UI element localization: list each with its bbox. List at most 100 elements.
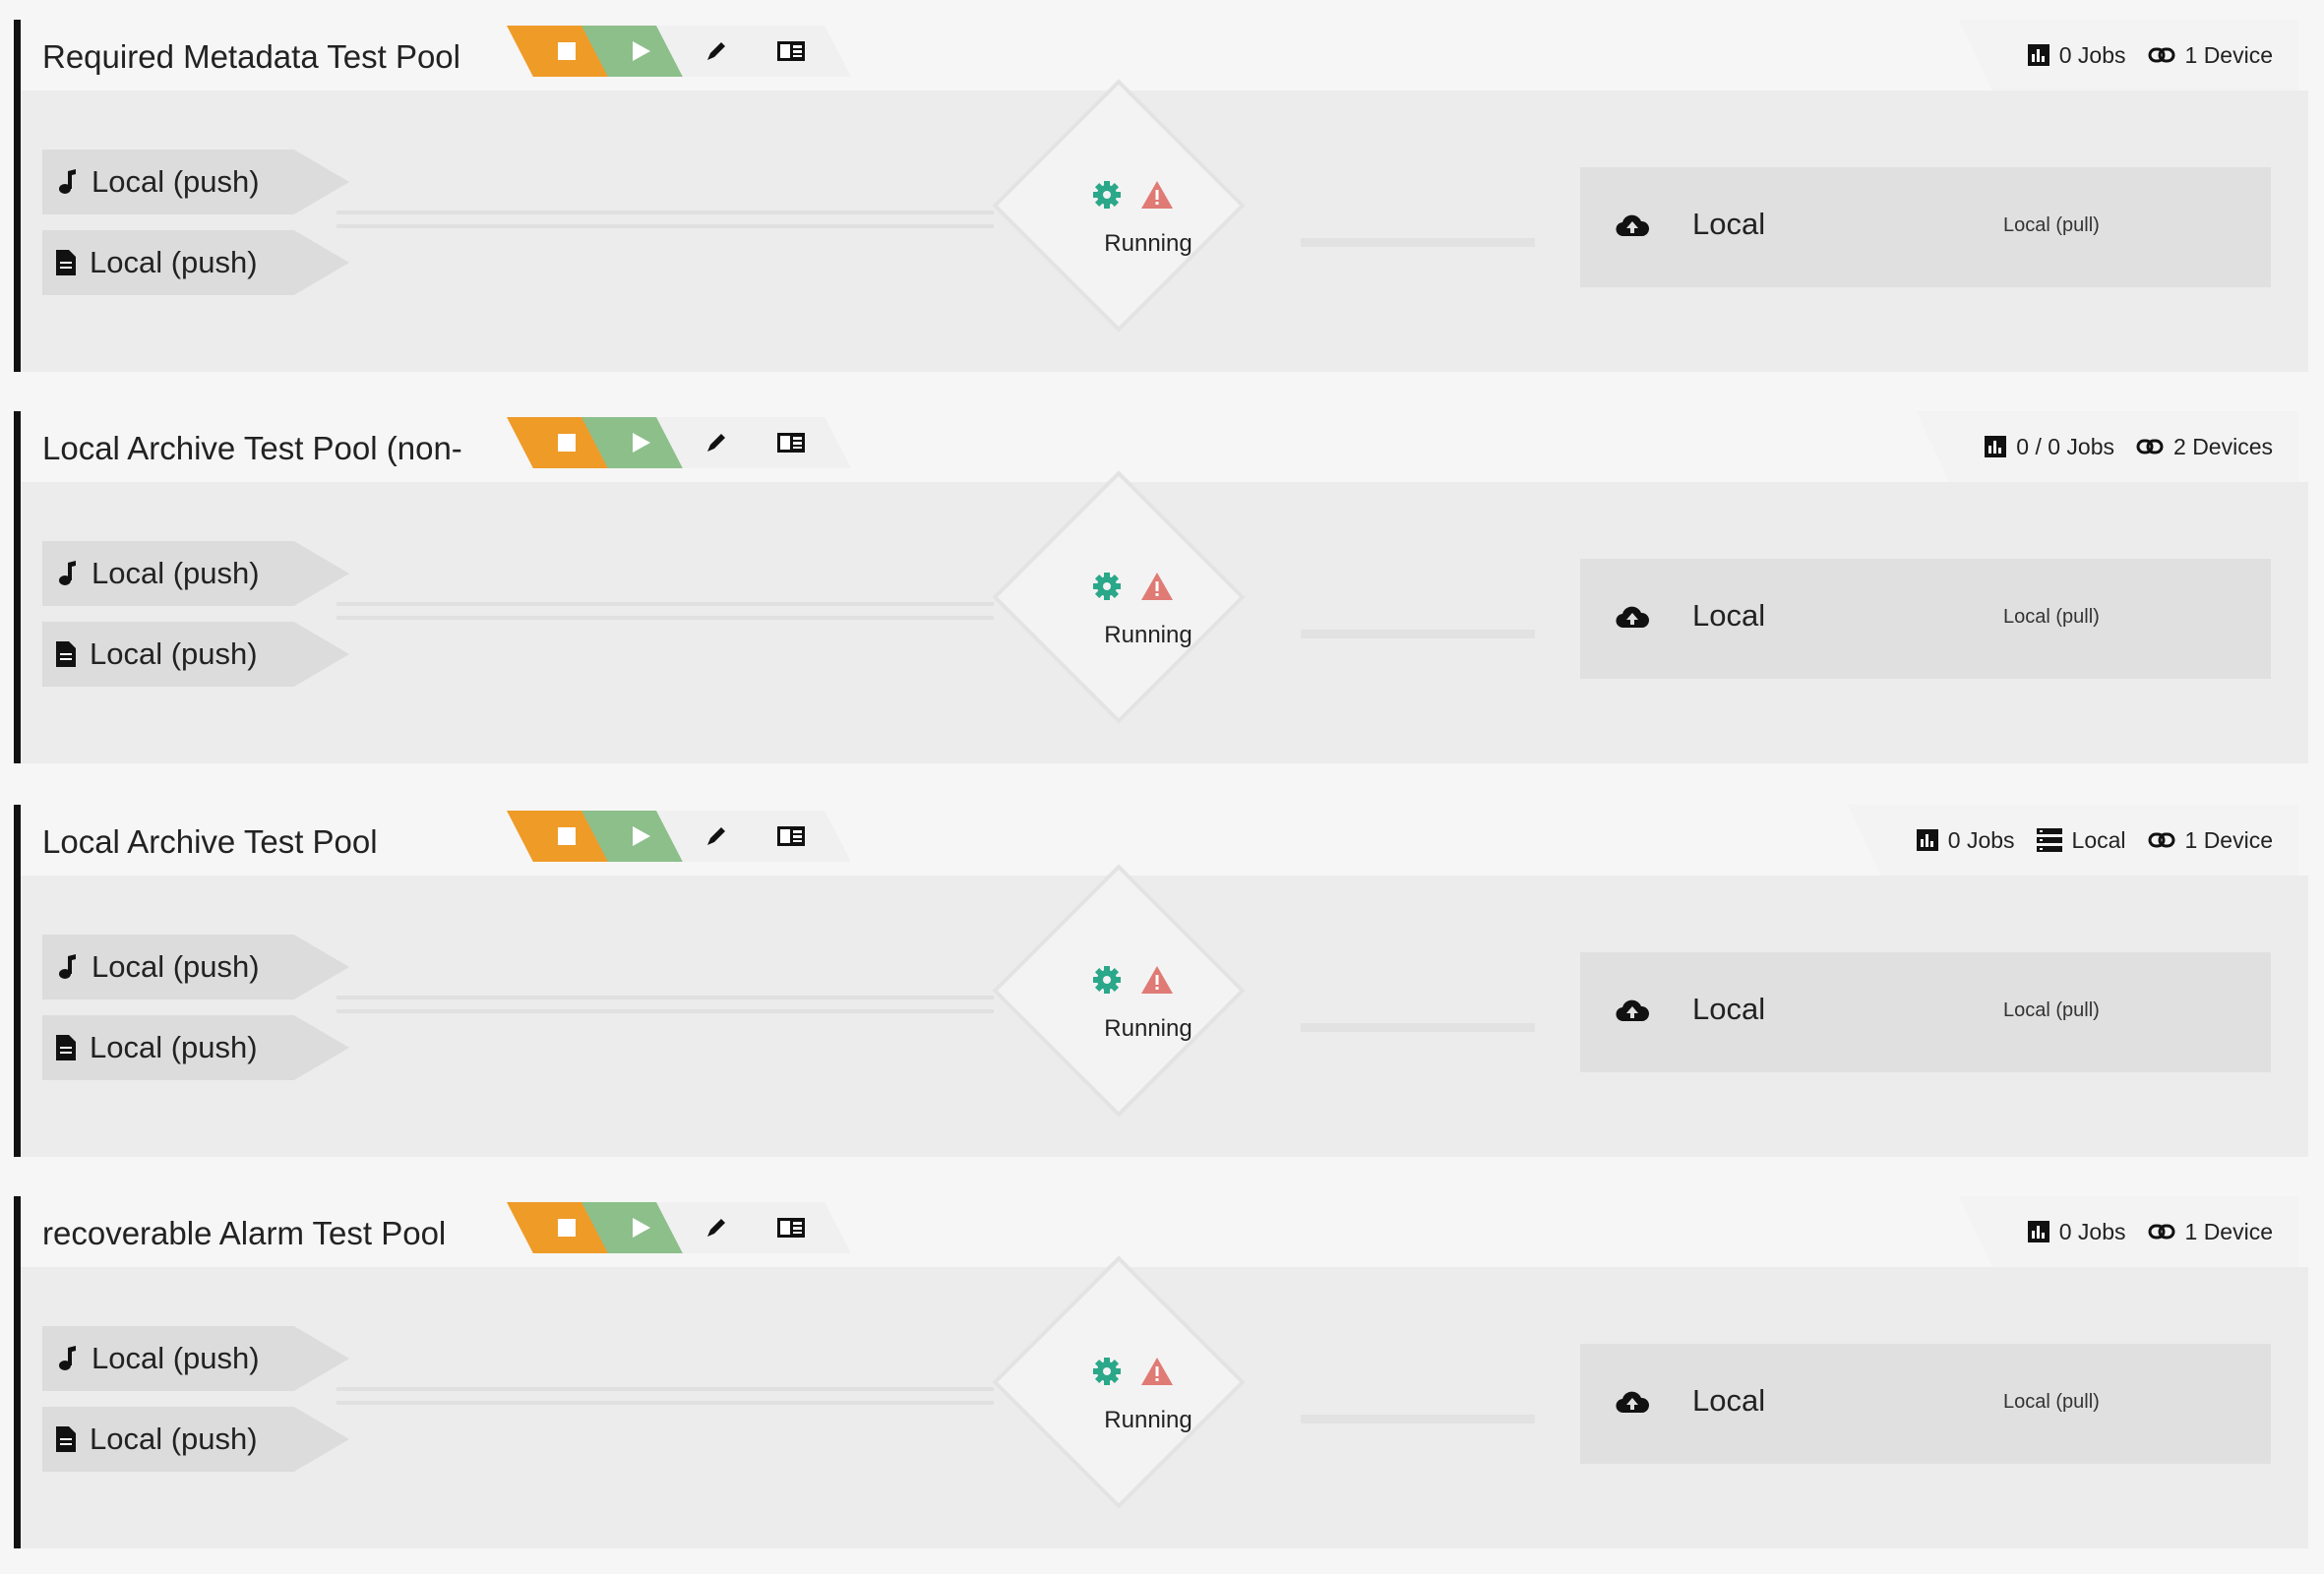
jobs-stat[interactable]: 0 / 0 Jobs (1985, 434, 2114, 460)
cloud-upload-icon (1616, 212, 1649, 238)
pool-title: Local Archive Test Pool (42, 823, 378, 860)
stop-icon (558, 434, 576, 452)
destination-type: Local (pull) (2003, 214, 2100, 236)
play-icon (633, 41, 650, 61)
pool-card: Required Metadata Test Pool 0 Jobs 1 Dev… (14, 20, 2308, 372)
pencil-icon (707, 1219, 725, 1237)
source-label: Local (push) (90, 1422, 258, 1456)
source-label: Local (push) (92, 556, 260, 590)
log-panel-icon (777, 1218, 805, 1238)
source-item[interactable]: Local (push) (42, 1407, 349, 1472)
play-icon (633, 1218, 650, 1238)
warning-icon (1141, 1358, 1173, 1385)
devices-stat[interactable]: 1 Device (2148, 827, 2273, 854)
storage-label: Local (2071, 826, 2126, 853)
jobs-stat[interactable]: 0 Jobs (2027, 41, 2126, 69)
devices-stat[interactable]: 2 Devices (2136, 434, 2273, 460)
source-label: Local (push) (90, 245, 258, 279)
pencil-icon (707, 827, 725, 845)
jobs-count: 0 Jobs (1947, 826, 2015, 853)
stop-icon (558, 1219, 576, 1237)
destination-type: Local (pull) (2003, 606, 2100, 628)
status-text: Running (1104, 1015, 1193, 1042)
file-icon (56, 641, 76, 667)
source-label: Local (push) (92, 164, 260, 199)
pool-stats: 0 Jobs 1 Device (1958, 1196, 2298, 1267)
bar-chart-icon (1916, 829, 1938, 851)
connector-line (336, 602, 994, 606)
connector-line (336, 1401, 994, 1405)
source-item[interactable]: Local (push) (42, 622, 349, 687)
music-note-icon (59, 561, 76, 585)
source-item[interactable]: Local (push) (42, 230, 349, 295)
bar-chart-icon (1985, 436, 2007, 457)
devices-stat[interactable]: 1 Device (2148, 42, 2273, 69)
jobs-stat[interactable]: 0 Jobs (2027, 1218, 2126, 1245)
status-icons (1092, 1357, 1173, 1386)
cloud-upload-icon (1616, 998, 1649, 1023)
destination-name: Local (1692, 598, 1766, 633)
source-item[interactable]: Local (push) (42, 150, 349, 214)
source-label: Local (push) (92, 1341, 260, 1375)
cloud-upload-icon (1616, 604, 1649, 630)
source-item[interactable]: Local (push) (42, 541, 349, 606)
link-icon (2148, 832, 2175, 848)
file-icon (56, 250, 76, 275)
stop-icon (558, 42, 576, 60)
destination-connector (1301, 1023, 1535, 1032)
devices-count: 1 Device (2184, 41, 2273, 68)
jobs-count: 0 Jobs (2058, 41, 2126, 68)
destination-type: Local (pull) (2003, 999, 2100, 1021)
source-item[interactable]: Local (push) (42, 1015, 349, 1080)
connector-line (336, 1387, 994, 1391)
devices-stat[interactable]: 1 Device (2148, 1219, 2273, 1245)
pool-title: recoverable Alarm Test Pool (42, 1215, 447, 1251)
storage-stat[interactable]: Local (2036, 826, 2126, 854)
status-icons (1092, 572, 1173, 601)
pool-card: Local Archive Test Pool (non- 0 / 0 Jobs… (14, 411, 2308, 763)
bar-chart-icon (2027, 1221, 2049, 1242)
log-panel-icon (777, 41, 805, 61)
status-icons (1092, 965, 1173, 995)
warning-icon (1141, 181, 1173, 209)
destination-item[interactable]: Local Local (pull) (1580, 1344, 2271, 1464)
destination-connector (1301, 630, 1535, 638)
bar-chart-icon (2027, 44, 2049, 66)
connector-line (336, 1009, 994, 1013)
connector-line (336, 616, 994, 620)
destination-name: Local (1692, 207, 1766, 241)
status-icons (1092, 180, 1173, 210)
destination-item[interactable]: Local Local (pull) (1580, 167, 2271, 287)
destination-name: Local (1692, 1383, 1766, 1418)
connector-line (336, 211, 994, 214)
warning-icon (1141, 966, 1173, 994)
source-item[interactable]: Local (push) (42, 935, 349, 999)
file-icon (56, 1426, 76, 1452)
destination-item[interactable]: Local Local (pull) (1580, 952, 2271, 1072)
cloud-upload-icon (1616, 1389, 1649, 1415)
destination-item[interactable]: Local Local (pull) (1580, 559, 2271, 679)
pool-accent-border (14, 805, 21, 1157)
pool-card: Local Archive Test Pool 0 Jobs Local 1 D… (14, 805, 2308, 1157)
link-icon (2136, 439, 2164, 454)
pool-accent-border (14, 411, 21, 763)
jobs-count: 0 Jobs (2058, 1218, 2126, 1244)
stop-icon (558, 827, 576, 845)
source-label: Local (push) (90, 1030, 258, 1064)
pencil-icon (707, 434, 725, 452)
play-icon (633, 826, 650, 846)
link-icon (2148, 47, 2175, 63)
pool-stats: 0 / 0 Jobs 2 Devices (1916, 411, 2298, 482)
pool-stats: 0 Jobs Local 1 Device (1847, 805, 2298, 876)
server-icon (2036, 828, 2062, 852)
source-item[interactable]: Local (push) (42, 1326, 349, 1391)
music-note-icon (59, 954, 76, 979)
pool-accent-border (14, 20, 21, 372)
status-text: Running (1104, 1407, 1193, 1433)
gear-icon (1093, 181, 1121, 209)
log-panel-icon (777, 826, 805, 846)
jobs-stat[interactable]: 0 Jobs (1916, 826, 2015, 854)
source-label: Local (push) (90, 636, 258, 671)
music-note-icon (59, 1346, 76, 1370)
warning-icon (1141, 573, 1173, 600)
